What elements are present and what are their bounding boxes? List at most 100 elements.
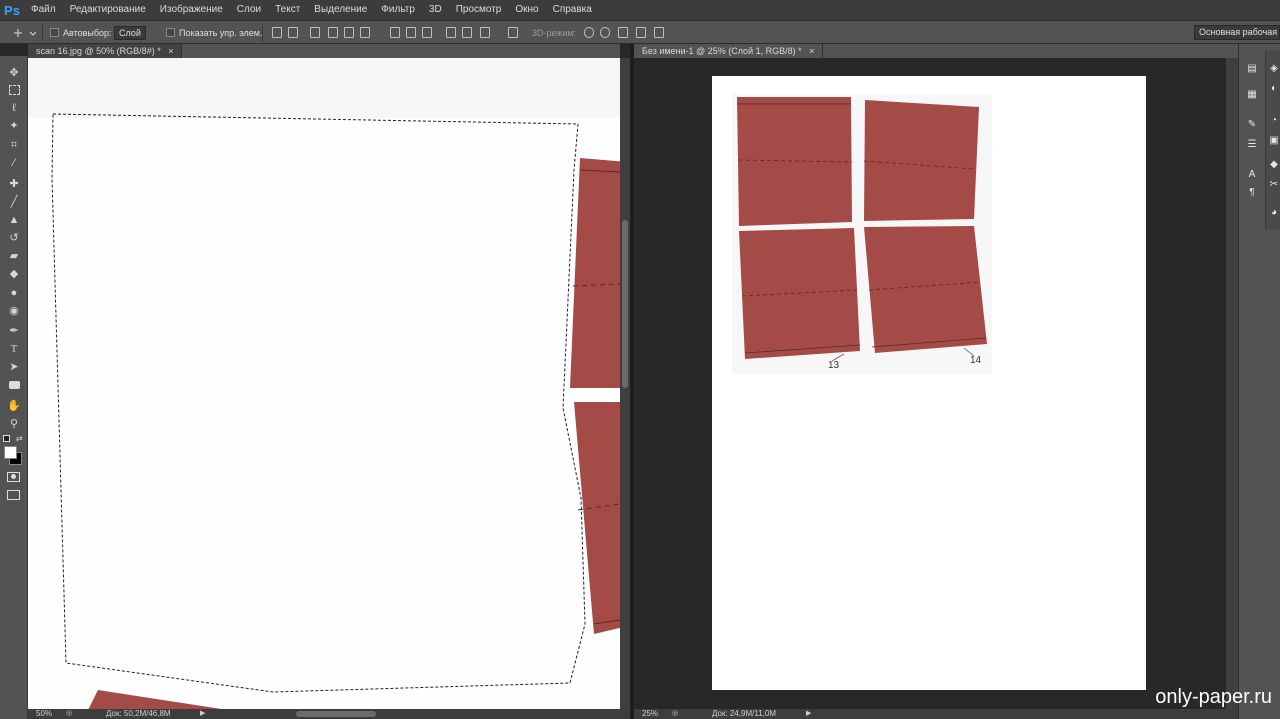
clone-stamp-icon[interactable]: ▲ (7, 213, 21, 227)
align-hcenter-icon[interactable] (344, 27, 354, 38)
show-controls-option[interactable]: Показать упр. элем. (166, 25, 262, 40)
dodge-tool-icon[interactable]: ◉ (7, 304, 21, 318)
align-vcenter-icon[interactable] (288, 27, 298, 38)
blur-tool-icon[interactable]: ● (7, 286, 21, 300)
paragraph-panel-icon[interactable]: ¶ (1245, 186, 1259, 200)
roll-3d-icon[interactable] (600, 27, 610, 38)
options-bar: Автовыбор: Слой Показать упр. элем. 3D-р… (0, 20, 1280, 44)
photoshop-logo: Ps (4, 2, 20, 18)
autoselect-checkbox[interactable] (50, 28, 59, 37)
character-panel-icon[interactable]: A (1245, 168, 1259, 182)
move-tool-icon[interactable]: ✥ (7, 66, 21, 80)
doc1-status-menu-arrow-icon[interactable]: ▶ (200, 709, 205, 719)
part-13-top (737, 97, 852, 226)
eyedropper-icon[interactable]: ⁄ (7, 156, 21, 170)
workspace-switcher[interactable]: Основная рабочая среда (1194, 25, 1280, 40)
doc2-vertical-scrollbar[interactable] (1226, 58, 1238, 709)
doc1-tab-title: scan 16.jpg @ 50% (RGB/8#) * (36, 46, 161, 56)
info-panel-icon[interactable]: ◕ (1267, 206, 1280, 220)
auto-align-icon[interactable] (508, 27, 518, 38)
channels-panel-icon[interactable]: ◐ (1267, 82, 1280, 96)
doc1-vertical-scroll-thumb[interactable] (622, 220, 628, 388)
doc2-tab[interactable]: Без имени-1 @ 25% (Слой 1, RGB/8) * × (634, 44, 824, 58)
distribute-left-icon[interactable] (446, 27, 456, 38)
shape-tool-icon[interactable] (7, 378, 21, 392)
separator (262, 24, 263, 42)
properties-panel-icon[interactable]: ▣ (1267, 134, 1280, 148)
distribute-bottom-icon[interactable] (422, 27, 432, 38)
lasso-tool-icon[interactable]: ℓ (7, 101, 21, 115)
autoselect-dropdown[interactable]: Слой (114, 25, 146, 40)
screen-mode-icon[interactable] (7, 490, 20, 500)
tool-presets-panel-icon[interactable]: ✂ (1267, 178, 1280, 192)
crop-tool-icon[interactable]: ⌗ (7, 138, 21, 152)
eraser-icon[interactable]: ▰ (7, 249, 21, 263)
history-brush-icon[interactable]: ↺ (7, 231, 21, 245)
tool-preset-picker[interactable] (14, 25, 36, 40)
brush-icon[interactable]: ╱ (7, 195, 21, 209)
swatches-panel-icon[interactable]: ▦ (1245, 88, 1259, 102)
move-tool-preset-icon (14, 28, 36, 37)
doc1-tab[interactable]: scan 16.jpg @ 50% (RGB/8#) * × (28, 44, 183, 58)
history-panel-icon[interactable]: ▤ (1245, 62, 1259, 76)
distribute-right-icon[interactable] (480, 27, 490, 38)
path-selection-icon[interactable]: ➤ (7, 360, 21, 374)
scale-3d-icon[interactable] (654, 27, 664, 38)
distribute-top-icon[interactable] (390, 27, 400, 38)
doc1-horizontal-scroll-thumb[interactable] (296, 711, 376, 717)
zoom-tool-icon[interactable]: ⚲ (7, 417, 21, 431)
align-right-icon[interactable] (360, 27, 370, 38)
doc1-canvas[interactable] (28, 58, 620, 709)
menu-help[interactable]: Справка (546, 0, 599, 20)
distribute-vcenter-icon[interactable] (406, 27, 416, 38)
swap-colors-icon[interactable]: ⇄ (16, 434, 23, 443)
doc2-status-icon[interactable]: ◎ (672, 709, 678, 719)
autoselect-option[interactable]: Автовыбор: (50, 25, 112, 40)
doc2-zoom-field[interactable]: 25% (642, 709, 658, 719)
part-label-13: 13 (828, 360, 840, 371)
type-tool-icon[interactable]: T (7, 342, 21, 356)
doc2-artwork: 13 14 (732, 94, 992, 374)
menu-3d[interactable]: 3D (422, 0, 449, 20)
doc1-tab-bar: scan 16.jpg @ 50% (RGB/8#) * × (28, 44, 620, 58)
part-14-top (864, 100, 979, 221)
menu-view[interactable]: Просмотр (449, 0, 509, 20)
align-top-icon[interactable] (272, 27, 282, 38)
quick-mask-icon[interactable] (7, 472, 20, 482)
pan-3d-icon[interactable] (618, 27, 628, 38)
magic-wand-icon[interactable]: ✦ (7, 119, 21, 133)
menu-edit[interactable]: Редактирование (63, 0, 153, 20)
default-colors-icon[interactable] (3, 435, 10, 442)
doc2-canvas[interactable]: 13 14 (712, 76, 1146, 690)
rotate-3d-icon[interactable] (584, 27, 594, 38)
menu-select[interactable]: Выделение (307, 0, 374, 20)
pen-tool-icon[interactable]: ✒ (7, 324, 21, 338)
marquee-tool-icon[interactable] (7, 83, 21, 97)
healing-brush-icon[interactable]: ✚ (7, 177, 21, 191)
foreground-color-swatch[interactable] (4, 446, 17, 459)
adjustments-panel-icon[interactable]: ☰ (1245, 138, 1259, 152)
paths-panel-icon[interactable]: ◔ (1267, 114, 1280, 128)
doc1-zoom-field[interactable]: 50% (36, 709, 52, 719)
slide-3d-icon[interactable] (636, 27, 646, 38)
menu-type[interactable]: Текст (268, 0, 307, 20)
menu-image[interactable]: Изображение (153, 0, 230, 20)
menu-file[interactable]: Файл (24, 0, 63, 20)
doc1-close-icon[interactable]: × (168, 46, 173, 56)
menu-filter[interactable]: Фильтр (374, 0, 422, 20)
distribute-hcenter-icon[interactable] (462, 27, 472, 38)
layers-panel-icon[interactable]: ◈ (1267, 62, 1280, 76)
doc2-close-icon[interactable]: × (809, 46, 814, 56)
doc2-status-menu-arrow-icon[interactable]: ▶ (806, 709, 811, 719)
hand-tool-icon[interactable]: ✋ (7, 399, 21, 413)
styles-panel-icon[interactable]: ◆ (1267, 158, 1280, 172)
part-label-14: 14 (970, 355, 982, 366)
show-controls-checkbox[interactable] (166, 28, 175, 37)
align-bottom-icon[interactable] (310, 27, 320, 38)
menu-layers[interactable]: Слои (230, 0, 268, 20)
brush-panel-icon[interactable]: ✎ (1245, 118, 1259, 132)
doc1-status-icon[interactable]: ◎ (66, 709, 72, 719)
menu-window[interactable]: Окно (508, 0, 545, 20)
align-left-icon[interactable] (328, 27, 338, 38)
paint-bucket-icon[interactable]: ◆ (7, 267, 21, 281)
